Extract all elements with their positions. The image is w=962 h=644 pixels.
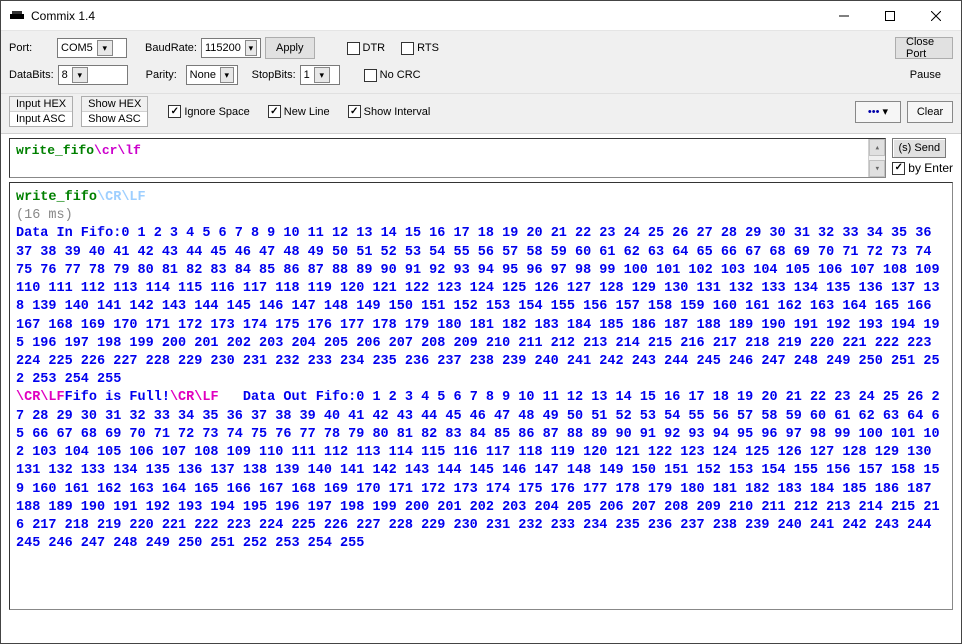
pause-button[interactable]: Pause (898, 66, 953, 84)
checkbox-icon (364, 69, 377, 82)
show-mode-tabs: Show HEX Show ASC (81, 96, 148, 127)
tab-show-hex[interactable]: Show HEX (82, 97, 147, 112)
chevron-down-icon: ▾ (220, 67, 234, 83)
checkbox-icon (892, 162, 905, 175)
clear-button[interactable]: Clear (907, 101, 953, 123)
console-output[interactable]: write_fifo\CR\LF (16 ms) Data In Fifo:0 … (9, 182, 953, 610)
scroll-down-icon: ▾ (869, 160, 885, 177)
apply-button[interactable]: Apply (265, 37, 315, 59)
command-input[interactable]: write_fifo\cr\lf ▴ ▾ (9, 138, 886, 178)
toolbar: Port: COM5 ▾ BaudRate: 115200 ▾ Apply DT… (1, 31, 961, 94)
data-out-prefix: Data Out Fifo: (243, 390, 356, 405)
port-value: COM5 (61, 42, 93, 54)
data-in-prefix: Data In Fifo: (16, 226, 121, 241)
options-bar: Input HEX Input ASC Show HEX Show ASC Ig… (1, 94, 961, 134)
timing-text: (16 ms) (16, 208, 73, 223)
minimize-button[interactable] (821, 1, 867, 31)
nocrc-checkbox[interactable]: No CRC (364, 69, 421, 82)
dtr-label: DTR (363, 42, 386, 54)
baud-label: BaudRate: (145, 42, 197, 54)
baud-combo[interactable]: 115200 ▾ (201, 38, 261, 58)
tab-input-asc[interactable]: Input ASC (10, 112, 72, 126)
chevron-down-icon: ▾ (314, 67, 330, 83)
ignore-space-label: Ignore Space (184, 106, 249, 118)
by-enter-checkbox[interactable]: by Enter (892, 161, 953, 175)
echo-text: write_fifo (16, 190, 97, 205)
chevron-down-icon: ▾ (245, 40, 257, 56)
stopbits-label: StopBits: (252, 69, 296, 81)
checkbox-icon (401, 42, 414, 55)
more-button[interactable]: ••• ▾ (855, 101, 901, 123)
tab-input-hex[interactable]: Input HEX (10, 97, 72, 112)
close-port-button[interactable]: Close Port (895, 37, 953, 59)
input-escape: \cr\lf (94, 143, 141, 158)
window-title: Commix 1.4 (31, 9, 95, 23)
crlf-escape: \CR\LF (170, 390, 219, 405)
checkbox-icon (168, 105, 181, 118)
tab-show-asc[interactable]: Show ASC (82, 112, 147, 126)
databits-label: DataBits: (9, 69, 54, 81)
stopbits-combo[interactable]: 1 ▾ (300, 65, 340, 85)
app-icon (9, 8, 25, 24)
input-scrollbar[interactable]: ▴ ▾ (868, 139, 885, 177)
close-button[interactable] (913, 1, 959, 31)
input-text: write_fifo (16, 143, 94, 158)
echo-escape: \CR\LF (97, 190, 146, 205)
show-interval-label: Show Interval (364, 106, 431, 118)
parity-combo[interactable]: None ▾ (186, 65, 238, 85)
chevron-down-icon: ▾ (97, 40, 113, 56)
checkbox-icon (347, 42, 360, 55)
titlebar: Commix 1.4 (1, 1, 961, 31)
show-interval-checkbox[interactable]: Show Interval (348, 105, 431, 118)
baud-value: 115200 (205, 42, 241, 54)
databits-combo[interactable]: 8 ▾ (58, 65, 128, 85)
port-combo[interactable]: COM5 ▾ (57, 38, 127, 58)
stopbits-value: 1 (304, 69, 310, 81)
rts-checkbox[interactable]: RTS (401, 42, 439, 55)
checkbox-icon (348, 105, 361, 118)
port-label: Port: (9, 42, 53, 54)
input-area: write_fifo\cr\lf ▴ ▾ (s) Send by Enter (9, 138, 953, 178)
nocrc-label: No CRC (380, 69, 421, 81)
maximize-button[interactable] (867, 1, 913, 31)
databits-value: 8 (62, 69, 68, 81)
data-in-values: 0 1 2 3 4 5 6 7 8 9 10 11 12 13 14 15 16… (16, 226, 940, 387)
rts-label: RTS (417, 42, 439, 54)
by-enter-label: by Enter (908, 161, 953, 175)
parity-value: None (190, 69, 216, 81)
parity-label: Parity: (146, 69, 182, 81)
newline-checkbox[interactable]: New Line (268, 105, 330, 118)
dtr-checkbox[interactable]: DTR (347, 42, 386, 55)
scroll-up-icon: ▴ (869, 139, 885, 156)
fifo-full-text: Fifo is Full! (65, 390, 170, 405)
ignore-space-checkbox[interactable]: Ignore Space (168, 105, 249, 118)
input-mode-tabs: Input HEX Input ASC (9, 96, 73, 127)
newline-label: New Line (284, 106, 330, 118)
data-out-values: 0 1 2 3 4 5 6 7 8 9 10 11 12 13 14 15 16… (16, 390, 940, 551)
chevron-down-icon: ▾ (72, 67, 88, 83)
send-button[interactable]: (s) Send (892, 138, 946, 158)
checkbox-icon (268, 105, 281, 118)
crlf-escape: \CR\LF (16, 390, 65, 405)
